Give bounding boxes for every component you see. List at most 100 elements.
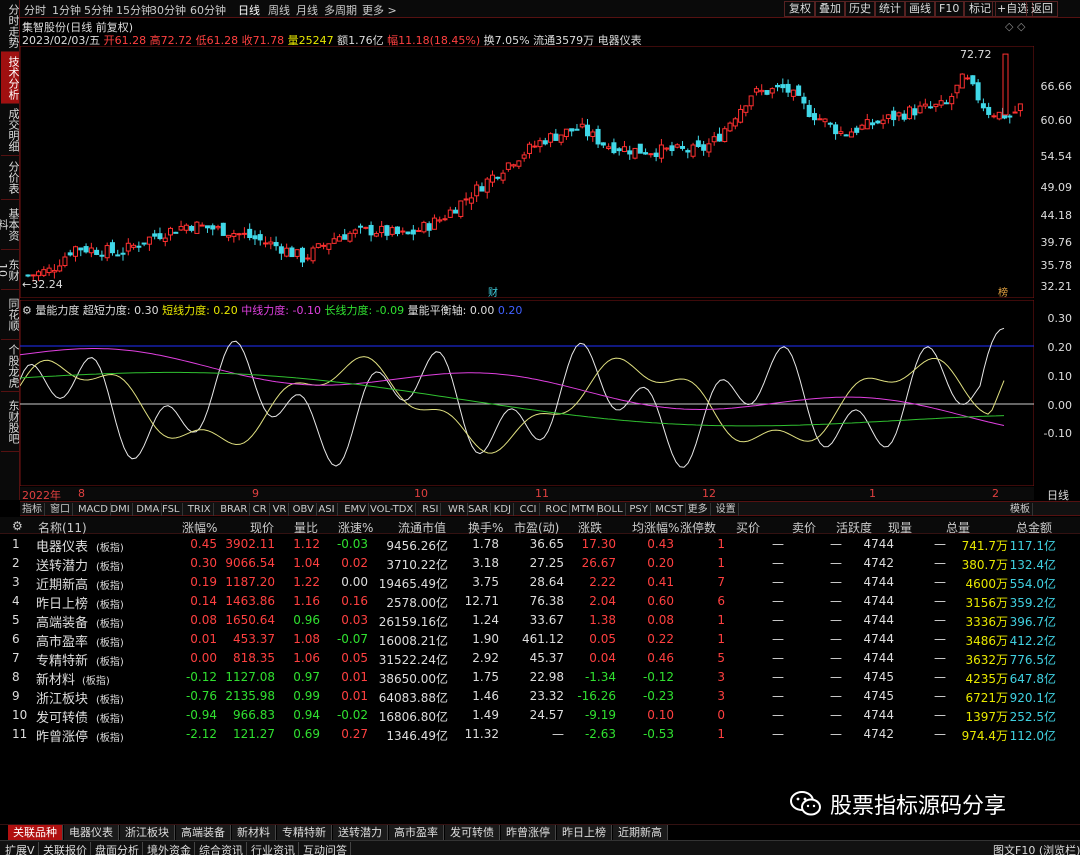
indicator-btn-18[interactable]: CCI bbox=[518, 503, 540, 516]
table-row[interactable]: 6 高市盈率 (板指) 0.01 453.37 1.08 -0.07 16008.21亿 1.9… bbox=[0, 630, 1080, 650]
bottom-tab-2[interactable]: 浙江板块 bbox=[120, 825, 175, 840]
col-header-8[interactable]: 涨跌 bbox=[578, 519, 602, 536]
bottom-tab-4[interactable]: 新材料 bbox=[232, 825, 276, 840]
table-row[interactable]: 2 送转潜力 (板指) 0.30 9066.54 1.04 0.02 3710.22亿 3.18… bbox=[0, 554, 1080, 574]
col-header-7[interactable]: 市盈(动) bbox=[514, 519, 559, 536]
col-header-5[interactable]: 流通市值 bbox=[398, 519, 446, 536]
indicator-btn-10[interactable]: OBV bbox=[291, 503, 317, 516]
bottom-tab-3[interactable]: 高端装备 bbox=[176, 825, 231, 840]
table-row[interactable]: 5 高端装备 (板指) 0.08 1650.64 0.96 0.03 26159.16亿 1.2… bbox=[0, 611, 1080, 631]
status-item-2[interactable]: 盘面分析 bbox=[92, 842, 143, 855]
bottom-tab-8[interactable]: 发可转债 bbox=[445, 825, 500, 840]
period-9[interactable]: 多周期 bbox=[324, 2, 357, 18]
indicator-btn-17[interactable]: KDJ bbox=[492, 503, 515, 516]
toolbar-right-5[interactable]: F10 bbox=[934, 1, 965, 17]
col-header-3[interactable]: 量比 bbox=[294, 519, 318, 536]
indicator-btn-25[interactable]: 设置 bbox=[714, 503, 739, 516]
indicator-btn-1[interactable]: 窗口 bbox=[48, 503, 73, 516]
col-header-0[interactable]: 名称(11) bbox=[38, 519, 87, 536]
indicator-chart[interactable] bbox=[20, 300, 1034, 486]
nav-tab-4[interactable]: 基本资料 bbox=[0, 200, 20, 250]
rank-marker[interactable]: 榜 bbox=[998, 286, 1008, 298]
indicator-btn-12[interactable]: EMV bbox=[342, 503, 369, 516]
toolbar-right-3[interactable]: 统计 bbox=[874, 1, 906, 17]
table-row[interactable]: 7 专精特新 (板指) 0.00 818.35 1.06 0.05 31522.24亿 2.92… bbox=[0, 649, 1080, 669]
col-header-16[interactable]: 总金额 bbox=[1016, 519, 1052, 536]
bottom-tab-6[interactable]: 送转潜力 bbox=[333, 825, 388, 840]
col-header-15[interactable]: 总量 bbox=[946, 519, 970, 536]
period-7[interactable]: 周线 bbox=[268, 2, 290, 18]
period-6[interactable]: 日线 bbox=[238, 2, 260, 18]
nav-tab-6[interactable]: 同花顺 bbox=[1, 290, 20, 340]
indicator-btn-4[interactable]: DMA bbox=[134, 503, 163, 516]
bottom-tab-9[interactable]: 昨曾涨停 bbox=[501, 825, 556, 840]
indicator-btn-2[interactable]: MACD bbox=[76, 503, 111, 516]
table-row[interactable]: 9 浙江板块 (板指) -0.76 2135.98 0.99 0.01 64083.88亿 1.… bbox=[0, 687, 1080, 707]
indicator-btn-7[interactable]: BRAR bbox=[218, 503, 251, 516]
indicator-btn-0[interactable]: 指标 bbox=[20, 503, 45, 516]
col-header-10[interactable]: 涨停数 bbox=[680, 519, 716, 536]
indicator-btn-21[interactable]: BOLL bbox=[595, 503, 626, 516]
col-header-9[interactable]: 均涨幅% bbox=[632, 519, 679, 536]
col-header-14[interactable]: 现量 bbox=[888, 519, 912, 536]
indicator-btn-19[interactable]: ROC bbox=[543, 503, 571, 516]
indicator-btn-23[interactable]: MCST bbox=[653, 503, 687, 516]
table-row[interactable]: 1 电器仪表 (板指) 0.45 3902.11 1.12 -0.03 9456.26亿 1.7… bbox=[0, 535, 1080, 555]
period-8[interactable]: 月线 bbox=[296, 2, 318, 18]
nav-tab-3[interactable]: 分价表 bbox=[1, 156, 20, 200]
toolbar-right-2[interactable]: 历史 bbox=[844, 1, 876, 17]
col-header-13[interactable]: 活跃度 bbox=[836, 519, 872, 536]
bottom-tab-1[interactable]: 电器仪表 bbox=[64, 825, 119, 840]
chart-options-icons[interactable]: ◇ ◇ bbox=[1005, 20, 1025, 33]
col-header-1[interactable]: 涨幅% bbox=[182, 519, 217, 536]
indicator-btn-11[interactable]: ASI bbox=[316, 503, 338, 516]
col-header-11[interactable]: 买价 bbox=[736, 519, 760, 536]
indicator-btn-24[interactable]: 更多 bbox=[686, 503, 711, 516]
status-item-6[interactable]: 互动问答 bbox=[300, 842, 351, 855]
col-header-12[interactable]: 卖价 bbox=[792, 519, 816, 536]
indicator-btn-5[interactable]: FSL bbox=[160, 503, 183, 516]
period-1[interactable]: 1分钟 bbox=[52, 2, 81, 18]
nav-tab-8[interactable]: 东财股吧 bbox=[1, 392, 20, 452]
template-button[interactable]: 模板 bbox=[1008, 503, 1033, 516]
col-header-2[interactable]: 现价 bbox=[250, 519, 274, 536]
table-row[interactable]: 8 新材料 (板指) -0.12 1127.08 0.97 0.01 38650.00亿 1.7… bbox=[0, 668, 1080, 688]
indicator-btn-16[interactable]: SAR bbox=[466, 503, 492, 516]
toolbar-right-4[interactable]: 画线 bbox=[904, 1, 936, 17]
status-item-5[interactable]: 行业资讯 bbox=[248, 842, 299, 855]
nav-tab-5[interactable]: 东财10 bbox=[0, 250, 20, 290]
bottom-tab-11[interactable]: 近期新高 bbox=[613, 825, 668, 840]
period-4[interactable]: 30分钟 bbox=[150, 2, 186, 18]
period-10[interactable]: 更多 > bbox=[362, 2, 397, 18]
nav-tab-2[interactable]: 成交明细 bbox=[1, 104, 20, 156]
browse-bar-toggle[interactable]: 图文F10 (浏览栏)» bbox=[990, 842, 1080, 855]
col-header-6[interactable]: 换手% bbox=[468, 519, 503, 536]
indicator-btn-14[interactable]: RSI bbox=[420, 503, 442, 516]
finance-marker[interactable]: 财 bbox=[488, 286, 498, 298]
bottom-tab-0[interactable]: 关联品种 bbox=[8, 825, 63, 840]
bottom-tab-5[interactable]: 专精特新 bbox=[277, 825, 332, 840]
indicator-btn-15[interactable]: WR bbox=[446, 503, 468, 516]
nav-tab-1[interactable]: 技术分析 bbox=[1, 52, 20, 104]
table-row[interactable]: 4 昨日上榜 (板指) 0.14 1463.86 1.16 0.16 2578.00亿 12.7… bbox=[0, 592, 1080, 612]
period-5[interactable]: 60分钟 bbox=[190, 2, 226, 18]
indicator-btn-9[interactable]: VR bbox=[271, 503, 290, 516]
table-row[interactable]: 10 发可转债 (板指) -0.94 966.83 0.94 -0.02 16806.80亿 1… bbox=[0, 706, 1080, 726]
status-item-3[interactable]: 境外资金 bbox=[144, 842, 195, 855]
table-settings-icon[interactable]: ⚙ bbox=[12, 519, 23, 533]
period-0[interactable]: 分时 bbox=[24, 2, 46, 18]
bottom-tab-10[interactable]: 昨日上榜 bbox=[557, 825, 612, 840]
indicator-btn-13[interactable]: VOL-TDX bbox=[368, 503, 417, 516]
period-2[interactable]: 5分钟 bbox=[84, 2, 113, 18]
indicator-btn-22[interactable]: PSY bbox=[627, 503, 651, 516]
status-item-1[interactable]: 关联报价 bbox=[40, 842, 91, 855]
nav-tab-0[interactable]: 分时走势 bbox=[1, 0, 20, 52]
toolbar-right-1[interactable]: 叠加 bbox=[814, 1, 846, 17]
toolbar-right-0[interactable]: 复权 bbox=[784, 1, 816, 17]
table-row[interactable]: 3 近期新高 (板指) 0.19 1187.20 1.22 0.00 19465.49亿 3.7… bbox=[0, 573, 1080, 593]
gear-icon[interactable]: ⚙ bbox=[22, 304, 32, 317]
nav-tab-7[interactable]: 个股龙虎 bbox=[1, 340, 20, 392]
indicator-btn-3[interactable]: DMI bbox=[108, 503, 133, 516]
col-header-4[interactable]: 涨速% bbox=[338, 519, 373, 536]
bottom-tab-7[interactable]: 高市盈率 bbox=[389, 825, 444, 840]
